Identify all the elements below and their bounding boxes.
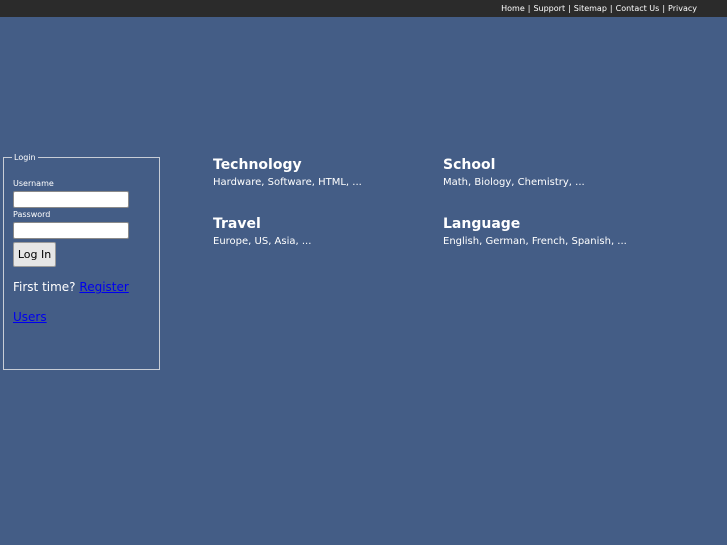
nav-separator: | [568, 4, 571, 13]
username-label: Username [13, 179, 54, 188]
register-link[interactable]: Register [79, 280, 128, 294]
nav-support-link[interactable]: Support [533, 4, 565, 13]
login-button[interactable]: Log In [13, 242, 56, 267]
category-technology: Technology Hardware, Software, HTML, ... [213, 157, 362, 188]
first-time-text: First time? [13, 280, 76, 294]
category-travel: Travel Europe, US, Asia, ... [213, 216, 311, 247]
nav-separator: | [662, 4, 666, 13]
password-label: Password [13, 210, 51, 219]
nav-contact-link[interactable]: Contact Us [616, 4, 660, 13]
category-title-language[interactable]: Language [443, 216, 627, 232]
nav-separator: | [527, 4, 531, 13]
nav-sitemap-link[interactable]: Sitemap [574, 4, 607, 13]
category-title-travel[interactable]: Travel [213, 216, 311, 232]
category-title-technology[interactable]: Technology [213, 157, 362, 173]
nav-privacy-link[interactable]: Privacy [668, 4, 697, 13]
category-desc-travel: Europe, US, Asia, ... [213, 236, 312, 247]
password-input[interactable] [13, 222, 129, 239]
category-desc-language: English, German, French, Spanish, ... [443, 236, 627, 247]
login-legend: Login [14, 153, 36, 162]
nav-home-link[interactable]: Home [501, 4, 525, 13]
first-time-row: First time? Register [13, 280, 129, 294]
users-link[interactable]: Users [13, 310, 47, 324]
category-language: Language English, German, French, Spanis… [443, 216, 627, 247]
category-desc-technology: Hardware, Software, HTML, ... [213, 177, 362, 188]
login-panel: Login Username Password Log In First tim… [3, 153, 160, 370]
category-title-school[interactable]: School [443, 157, 585, 173]
username-input[interactable] [13, 191, 129, 208]
nav-separator: | [609, 4, 613, 13]
category-school: School Math, Biology, Chemistry, ... [443, 157, 585, 188]
category-desc-school: Math, Biology, Chemistry, ... [443, 177, 585, 188]
top-nav: Home | Support | Sitemap | Contact Us | Privacy [0, 0, 727, 17]
